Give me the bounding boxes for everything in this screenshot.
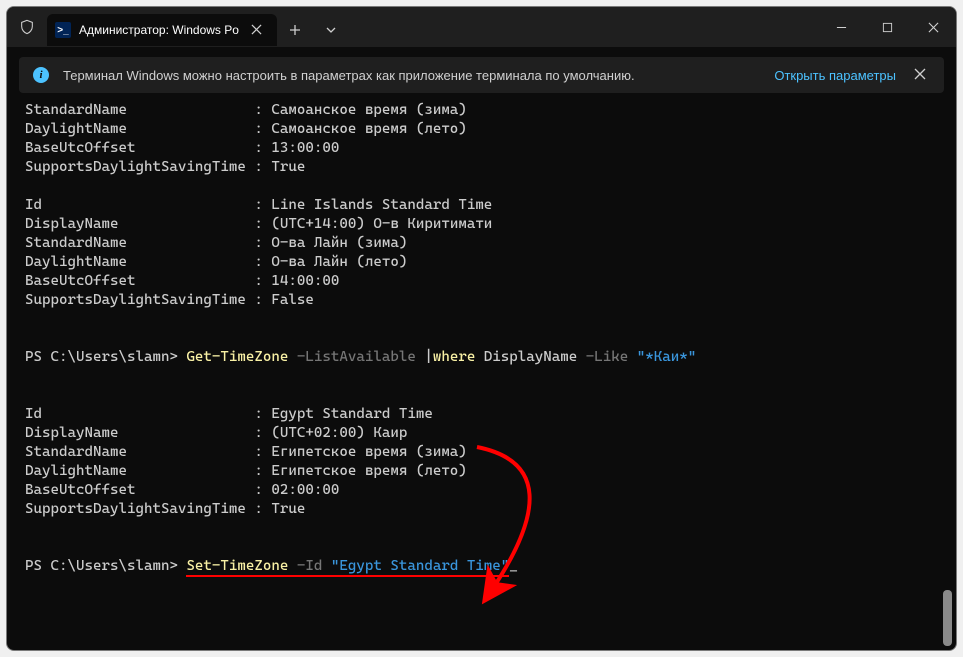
set-timezone-cmd: Set-TimeZone bbox=[186, 558, 288, 577]
banner-message: Терминал Windows можно настроить в парам… bbox=[63, 68, 760, 83]
scrollbar-thumb[interactable] bbox=[943, 590, 952, 646]
output-line: BaseUtcOffset : 14:00:00 bbox=[25, 273, 339, 289]
output-line: Id : Line Islands Standard Time bbox=[25, 197, 492, 213]
command-line-2: PS C:\Users\slamn> Set-TimeZone -Id "Egy… bbox=[25, 558, 518, 577]
output-line: StandardName : О-ва Лайн (зима) bbox=[25, 235, 407, 251]
output-line: StandardName : Самоанское время (зима) bbox=[25, 102, 467, 118]
output-line: DaylightName : О-ва Лайн (лето) bbox=[25, 254, 407, 270]
banner-dismiss-button[interactable] bbox=[910, 68, 930, 83]
output-line: SupportsDaylightSavingTime : True bbox=[25, 159, 305, 175]
tab-close-button[interactable] bbox=[247, 22, 267, 38]
close-button[interactable] bbox=[910, 7, 956, 47]
output-line: DaylightName : Самоанское время (лето) bbox=[25, 121, 467, 137]
window-controls bbox=[818, 7, 956, 47]
terminal-window: >_ Администратор: Windows Po i Терм bbox=[6, 6, 957, 651]
output-line: BaseUtcOffset : 13:00:00 bbox=[25, 140, 339, 156]
output-line: SupportsDaylightSavingTime : True bbox=[25, 501, 305, 517]
default-terminal-banner: i Терминал Windows можно настроить в пар… bbox=[19, 57, 944, 93]
info-icon: i bbox=[33, 67, 49, 83]
open-settings-link[interactable]: Открыть параметры bbox=[774, 68, 896, 83]
tab-dropdown-button[interactable] bbox=[313, 14, 349, 46]
terminal-viewport: StandardName : Самоанское время (зима) D… bbox=[7, 97, 956, 650]
terminal-output[interactable]: StandardName : Самоанское время (зима) D… bbox=[7, 97, 942, 650]
minimize-button[interactable] bbox=[818, 7, 864, 47]
output-line: DisplayName : (UTC+02:00) Каир bbox=[25, 425, 407, 441]
titlebar: >_ Администратор: Windows Po bbox=[7, 7, 956, 47]
powershell-icon: >_ bbox=[55, 22, 71, 38]
output-line: SupportsDaylightSavingTime : False bbox=[25, 292, 314, 308]
cursor: _ bbox=[509, 558, 518, 574]
maximize-button[interactable] bbox=[864, 7, 910, 47]
output-line: DaylightName : Египетское время (лето) bbox=[25, 463, 467, 479]
tab-title: Администратор: Windows Po bbox=[79, 23, 239, 37]
command-line-1: PS C:\Users\slamn> Get-TimeZone -ListAva… bbox=[25, 349, 696, 365]
output-line: Id : Egypt Standard Time bbox=[25, 406, 433, 422]
output-line: DisplayName : (UTC+14:00) О-в Киритимати bbox=[25, 216, 492, 232]
tab-powershell[interactable]: >_ Администратор: Windows Po bbox=[47, 14, 277, 46]
output-line: StandardName : Египетское время (зима) bbox=[25, 444, 467, 460]
shield-icon bbox=[7, 19, 47, 35]
scrollbar[interactable] bbox=[942, 99, 952, 648]
new-tab-button[interactable] bbox=[277, 14, 313, 46]
output-line: BaseUtcOffset : 02:00:00 bbox=[25, 482, 339, 498]
